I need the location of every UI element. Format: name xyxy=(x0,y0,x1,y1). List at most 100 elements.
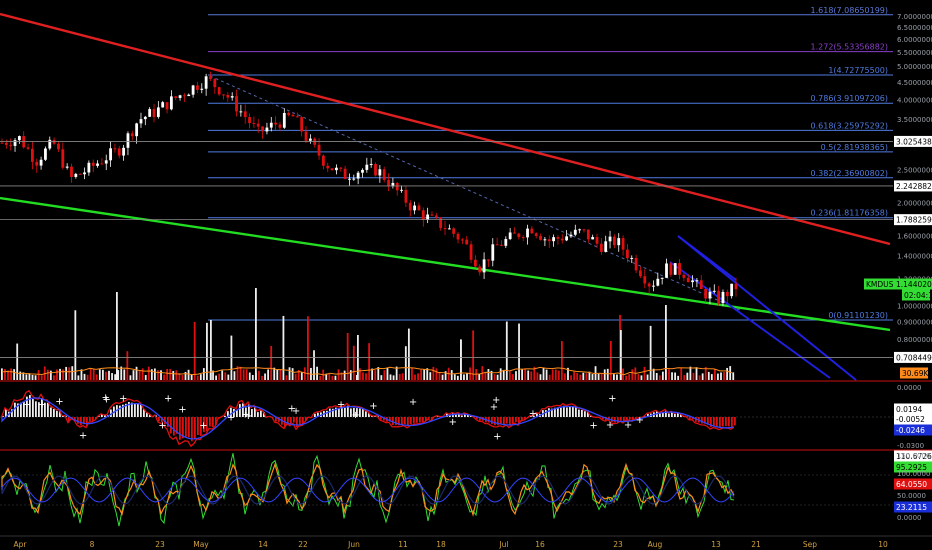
candle-body xyxy=(626,249,629,259)
candle-body xyxy=(122,147,126,156)
fib-level-label: 1(4.72775500) xyxy=(828,66,888,75)
volume-bar xyxy=(674,372,676,380)
candle-body xyxy=(582,229,586,231)
volume-bar xyxy=(267,369,270,380)
volume-bar xyxy=(429,372,432,380)
price-marker-label: 2.24288285 xyxy=(896,182,932,191)
price-chart[interactable]: 7.00000000 6.50000000 6.00000000 5.50000000… xyxy=(0,0,932,550)
volume-bar xyxy=(92,369,95,380)
volume-bar xyxy=(606,368,609,380)
volume-bar xyxy=(389,374,392,380)
macd-histogram-bar xyxy=(512,417,514,424)
candle-body xyxy=(339,167,343,169)
volume-bar xyxy=(13,369,16,380)
macd-histogram-bar xyxy=(212,417,214,427)
candle-body xyxy=(183,95,186,97)
candle-body xyxy=(404,189,408,203)
price-tick-label: 1.40000000 xyxy=(897,253,932,261)
candle-body xyxy=(617,238,621,246)
volume-bar xyxy=(251,374,254,380)
volume-bar xyxy=(31,374,34,380)
macd-histogram-bar xyxy=(668,413,670,417)
macd-histogram-bar xyxy=(89,417,91,422)
candle-body xyxy=(395,182,399,191)
macd-histogram-bar xyxy=(557,407,559,417)
macd-histogram-bar xyxy=(167,417,169,428)
macd-histogram-bar xyxy=(677,413,679,417)
date-label: Sep xyxy=(803,540,817,549)
macd-cross-marker: + xyxy=(55,396,63,407)
macd-histogram-bar xyxy=(719,417,721,428)
macd-histogram-bar xyxy=(299,417,301,425)
volume-bar xyxy=(600,373,603,380)
candle-body xyxy=(621,238,625,250)
volume-bar xyxy=(239,366,242,380)
volume-bar xyxy=(89,367,92,380)
candle-body xyxy=(109,148,112,161)
macd-cross-marker: + xyxy=(79,430,87,441)
volume-bar xyxy=(417,373,419,380)
macd-cross-marker: + xyxy=(493,432,501,443)
macd-histogram-bar xyxy=(494,417,496,426)
volume-bar xyxy=(557,370,560,380)
candle-body xyxy=(673,263,677,275)
volume-spike xyxy=(460,340,462,380)
candle-body xyxy=(469,244,473,260)
macd-histogram-bar xyxy=(407,417,409,427)
macd-histogram-bar xyxy=(119,405,121,417)
candle-body xyxy=(9,144,13,146)
volume-bar xyxy=(71,366,74,380)
price-tick-label: 2.00000000 xyxy=(897,200,932,208)
candle-body xyxy=(586,229,590,240)
date-label: Aug xyxy=(648,540,663,549)
macd-histogram-bar xyxy=(419,417,421,423)
candle-body xyxy=(70,166,73,177)
candle-body xyxy=(335,167,338,171)
volume-bar xyxy=(101,369,104,380)
macd-histogram-bar xyxy=(35,401,37,417)
volume-bar xyxy=(554,369,557,380)
macd-histogram-bar xyxy=(701,417,703,424)
volume-bar xyxy=(582,372,585,380)
volume-bar xyxy=(723,372,725,380)
volume-bar xyxy=(68,367,71,380)
candle-body xyxy=(508,232,512,240)
volume-bar xyxy=(478,373,481,380)
date-label: 8 xyxy=(90,540,95,549)
candle-body xyxy=(578,229,582,231)
volume-bar xyxy=(319,375,322,380)
volume-bar xyxy=(686,372,689,380)
candle-body xyxy=(369,163,373,165)
macd-histogram-bar xyxy=(185,417,187,437)
volume-bar xyxy=(258,370,260,380)
candle-body xyxy=(308,138,312,141)
candle-body xyxy=(191,85,195,95)
volume-bar xyxy=(288,367,291,380)
fib-level-label: 0.382(2.36900802) xyxy=(811,169,889,178)
macd-cross-marker: + xyxy=(38,400,46,411)
volume-bar xyxy=(282,315,285,380)
volume-bar xyxy=(404,346,407,380)
candle-body xyxy=(465,239,469,245)
candle-body xyxy=(169,96,173,110)
candle-body xyxy=(430,214,434,216)
candle-body xyxy=(287,112,291,115)
volume-bar xyxy=(432,366,435,380)
volume-bar xyxy=(193,321,196,380)
candle-body xyxy=(374,163,377,176)
macd-histogram-bar xyxy=(191,417,193,442)
macd-histogram-bar xyxy=(326,410,328,417)
volume-bar xyxy=(19,371,22,380)
volume-bar xyxy=(331,375,334,380)
volume-bar xyxy=(668,369,670,380)
date-label: 21 xyxy=(751,540,761,549)
volume-bar xyxy=(496,374,499,380)
price-tick-label: 7.00000000 xyxy=(897,13,932,21)
macd-histogram-bar xyxy=(548,408,550,417)
volume-bar xyxy=(698,375,701,380)
volume-bar xyxy=(564,373,566,380)
volume-bar xyxy=(166,368,169,380)
volume-bar xyxy=(530,371,533,380)
candle-body xyxy=(235,96,238,112)
candle-body xyxy=(100,163,104,165)
